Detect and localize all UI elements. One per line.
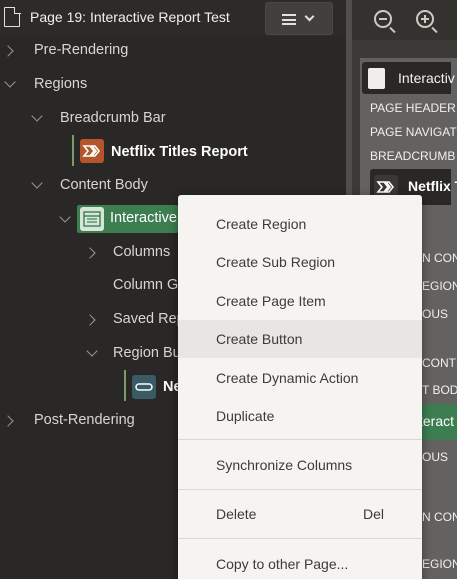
tree-node-label: Netflix Titles Report bbox=[111, 144, 248, 160]
tree-node-label: Regions bbox=[34, 76, 88, 92]
menu-item-label: Create Button bbox=[216, 331, 303, 347]
tree-node-saved-reports[interactable]: Saved Rep bbox=[0, 304, 185, 334]
layout-section-label: PAGE HEADER bbox=[370, 101, 456, 115]
menu-item-duplicate[interactable]: Duplicate bbox=[178, 397, 422, 435]
tree-node-button[interactable]: Ne bbox=[0, 370, 182, 402]
layout-section-label: EGIONS bbox=[422, 279, 457, 293]
layout-section-label: EGIONS bbox=[422, 557, 457, 571]
menu-item-synchronize-columns[interactable]: Synchronize Columns bbox=[178, 446, 422, 484]
tree-node-pre-rendering[interactable]: Pre-Rendering bbox=[0, 35, 346, 65]
menu-item-label: Create Dynamic Action bbox=[216, 370, 359, 386]
tree-node-columns[interactable]: Columns bbox=[0, 237, 178, 267]
layout-section-label: CONTE bbox=[422, 356, 457, 370]
layout-section-label: N CONT bbox=[422, 510, 457, 524]
zoom-toolbar bbox=[352, 0, 457, 40]
menu-item-label: Copy to other Page... bbox=[216, 556, 349, 572]
menu-item-delete[interactable]: Delete Del bbox=[178, 495, 422, 533]
chevron-down-icon[interactable] bbox=[31, 110, 43, 122]
tree-node-regions[interactable]: Regions bbox=[0, 69, 346, 99]
button-icon bbox=[132, 375, 156, 399]
layout-section-label: T BODY bbox=[422, 383, 457, 397]
menu-item-label: Synchronize Columns bbox=[216, 457, 353, 473]
tree-node-column-groups[interactable]: Column G bbox=[0, 270, 178, 300]
tree-node-label: Breadcrumb Bar bbox=[60, 110, 166, 126]
menu-item-create-region[interactable]: Create Region bbox=[178, 205, 422, 243]
layout-section-label: BREADCRUMB B bbox=[370, 149, 457, 163]
menu-separator bbox=[178, 489, 422, 490]
chevron-right-icon[interactable] bbox=[2, 415, 14, 427]
tree-guide-line bbox=[72, 135, 74, 166]
tree-guide-line bbox=[124, 370, 126, 401]
layout-region-label: Netflix T bbox=[408, 178, 457, 194]
tree-node-region-buttons[interactable]: Region Bu bbox=[0, 338, 181, 368]
menu-item-label: Delete bbox=[216, 506, 257, 522]
tree-node-post-rendering[interactable]: Post-Rendering bbox=[0, 405, 178, 435]
chevron-right-icon[interactable] bbox=[84, 247, 96, 259]
page-title: Page 19: Interactive Report Test bbox=[30, 9, 230, 25]
menu-item-label: Create Sub Region bbox=[216, 254, 336, 270]
menu-item-copy-to-other-page[interactable]: Copy to other Page... bbox=[178, 545, 422, 579]
chevron-right-icon[interactable] bbox=[2, 45, 14, 57]
menu-item-create-dynamic-action[interactable]: Create Dynamic Action bbox=[178, 359, 422, 397]
menu-item-create-button[interactable]: Create Button bbox=[178, 320, 422, 358]
tree-node-breadcrumb-bar[interactable]: Breadcrumb Bar bbox=[0, 103, 346, 133]
tree-node-label: Content Body bbox=[60, 177, 148, 193]
menu-separator bbox=[178, 538, 422, 539]
layout-card-title: Interactiv bbox=[398, 70, 455, 86]
tree-node-label: Saved Rep bbox=[113, 311, 185, 327]
layout-section-label: OUS bbox=[422, 307, 449, 321]
layout-section-label: PAGE NAVIGATI bbox=[370, 125, 457, 139]
chevron-down-icon[interactable] bbox=[4, 76, 16, 88]
menu-item-create-sub-region[interactable]: Create Sub Region bbox=[178, 243, 422, 281]
page-icon bbox=[4, 6, 21, 27]
layout-page-card[interactable]: Interactiv bbox=[362, 62, 455, 94]
chevron-down-icon[interactable] bbox=[59, 211, 71, 223]
tree-node-label: Post-Rendering bbox=[34, 412, 135, 428]
menu-item-shortcut: Del bbox=[362, 506, 384, 522]
interactive-report-icon bbox=[80, 207, 104, 231]
chevron-down-icon[interactable] bbox=[31, 177, 43, 189]
chevron-down-icon bbox=[304, 11, 315, 22]
context-menu: Create Region Create Sub Region Create P… bbox=[178, 195, 422, 579]
tree-menu-button[interactable] bbox=[265, 2, 333, 35]
layout-section-label: N CONT bbox=[422, 251, 457, 265]
layout-section-label: OUS bbox=[422, 450, 449, 464]
tree-node-label: Pre-Rendering bbox=[34, 42, 129, 58]
tree-node-label: Interactive bbox=[110, 210, 177, 226]
chevron-down-icon[interactable] bbox=[86, 345, 98, 357]
tree-node-label: Region Bu bbox=[113, 345, 181, 361]
tree-header: Page 19: Interactive Report Test bbox=[0, 0, 346, 36]
chevron-right-icon[interactable] bbox=[84, 314, 96, 326]
tree-node-netflix-titles-report[interactable]: Netflix Titles Report bbox=[0, 135, 346, 167]
zoom-out-icon[interactable] bbox=[374, 10, 392, 28]
menu-item-label: Duplicate bbox=[216, 408, 275, 424]
layout-region-label: teract bbox=[419, 413, 455, 429]
menu-item-label: Create Region bbox=[216, 216, 307, 232]
menu-item-create-page-item[interactable]: Create Page Item bbox=[178, 282, 422, 320]
hamburger-icon bbox=[282, 14, 296, 25]
page-icon bbox=[368, 68, 385, 89]
tree-node-label: Column G bbox=[113, 277, 179, 293]
menu-separator bbox=[178, 439, 422, 440]
menu-item-label: Create Page Item bbox=[216, 293, 326, 309]
breadcrumb-icon bbox=[80, 139, 104, 163]
tree-node-label: Columns bbox=[113, 244, 171, 260]
tree-node-interactive-report[interactable]: Interactive bbox=[0, 203, 178, 233]
zoom-in-icon[interactable] bbox=[416, 10, 434, 28]
